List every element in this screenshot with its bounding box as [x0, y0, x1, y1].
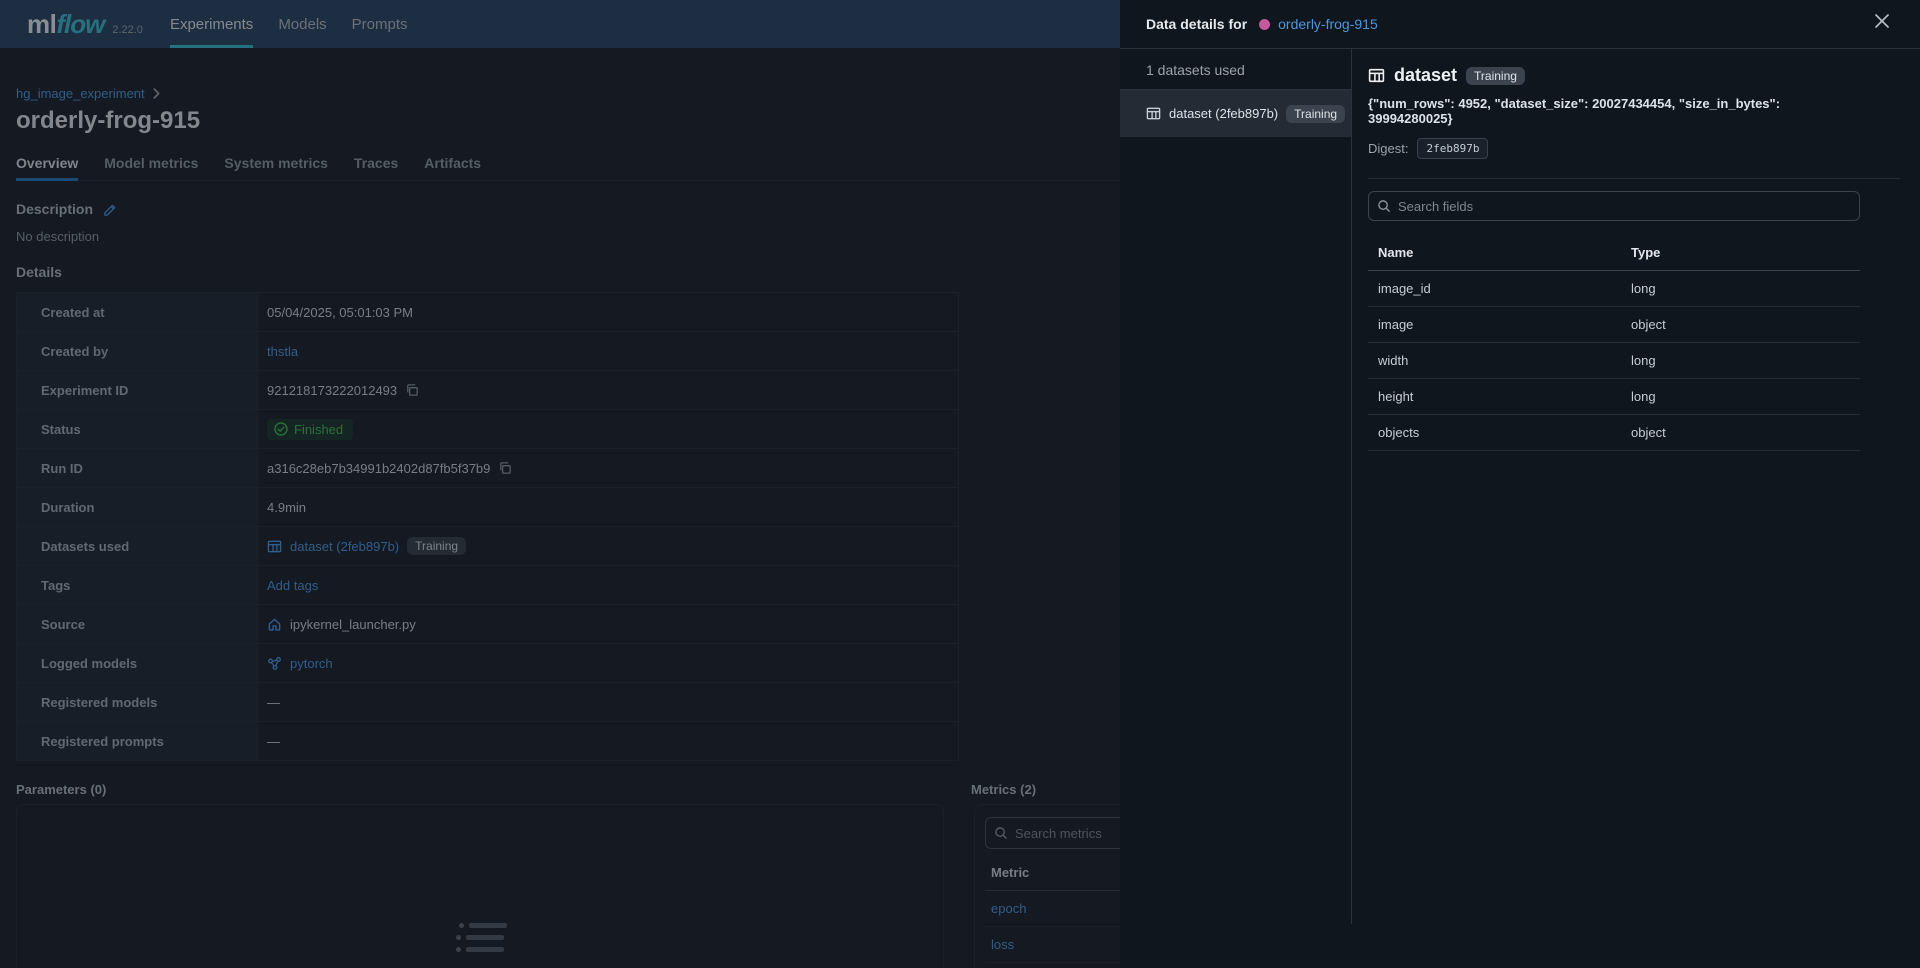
schema-row: width long [1368, 343, 1860, 379]
field-type: long [1621, 343, 1860, 379]
field-name: image [1368, 307, 1621, 343]
dataset-context-tag: Training [1466, 67, 1525, 85]
drawer-body: 1 datasets used dataset (2feb897b) Train… [1120, 49, 1920, 968]
dataset-title: dataset [1394, 65, 1457, 86]
field-type: long [1621, 271, 1860, 307]
drawer-title: Data details for [1146, 16, 1247, 32]
drawer-header: Data details for orderly-frog-915 [1120, 0, 1920, 49]
dataset-detail-panel: dataset Training {"num_rows": 4952, "dat… [1352, 49, 1920, 968]
data-details-drawer: Data details for orderly-frog-915 1 data… [1120, 0, 1920, 968]
dataset-list-item-name: dataset (2feb897b) [1169, 106, 1278, 121]
field-name: height [1368, 379, 1621, 415]
datasets-list: 1 datasets used dataset (2feb897b) Train… [1120, 49, 1352, 924]
dataset-table-icon [1368, 67, 1385, 84]
schema-header-row: Name Type [1368, 237, 1860, 271]
schema-table: Name Type image_id long image object wid… [1368, 237, 1860, 451]
close-icon[interactable] [1874, 13, 1890, 29]
field-type: object [1621, 415, 1860, 451]
schema-row: image object [1368, 307, 1860, 343]
schema-row: objects object [1368, 415, 1860, 451]
field-type: object [1621, 307, 1860, 343]
dataset-list-item[interactable]: dataset (2feb897b) Training [1120, 90, 1351, 137]
schema-row: height long [1368, 379, 1860, 415]
fields-search [1368, 191, 1860, 221]
fields-search-input[interactable] [1398, 199, 1851, 214]
divider [1368, 178, 1900, 179]
dataset-profile-json: {"num_rows": 4952, "dataset_size": 20027… [1368, 96, 1860, 126]
schema-col-name: Name [1368, 237, 1621, 271]
search-icon [1377, 199, 1391, 213]
field-type: long [1621, 379, 1860, 415]
dataset-table-icon [1146, 106, 1161, 121]
schema-row: image_id long [1368, 271, 1860, 307]
drawer-run-link[interactable]: orderly-frog-915 [1278, 16, 1378, 32]
dataset-list-item-tag: Training [1286, 105, 1345, 123]
field-name: objects [1368, 415, 1621, 451]
field-name: width [1368, 343, 1621, 379]
digest-value: 2feb897b [1417, 138, 1488, 159]
schema-col-type: Type [1621, 237, 1860, 271]
field-name: image_id [1368, 271, 1621, 307]
digest-row: Digest: 2feb897b [1368, 138, 1860, 159]
datasets-count-label: 1 datasets used [1120, 49, 1351, 90]
run-color-dot [1259, 19, 1270, 30]
digest-label: Digest: [1368, 141, 1408, 156]
dataset-title-row: dataset Training [1368, 65, 1860, 86]
